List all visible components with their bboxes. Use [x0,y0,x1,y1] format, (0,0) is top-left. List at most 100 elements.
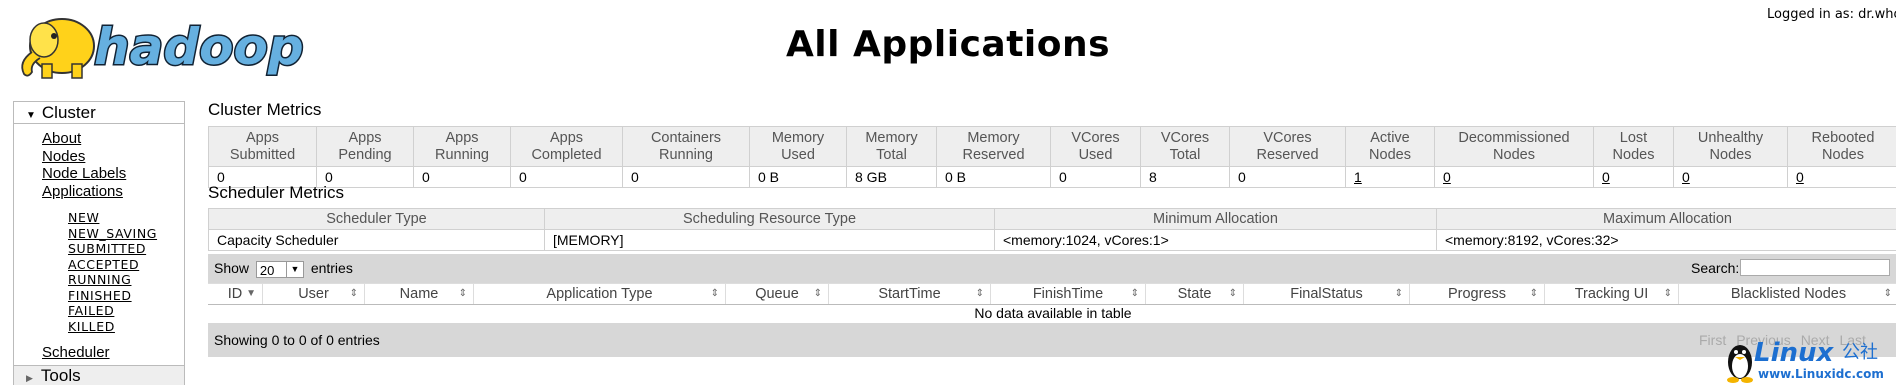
nav-link-scheduler[interactable]: Scheduler [42,344,184,362]
sort-icon: ⇕ [1395,284,1403,304]
column-queue[interactable]: Queue⇕ [726,284,829,304]
state-link-submitted[interactable]: SUBMITTED [68,241,184,257]
pager-first[interactable]: First [1699,332,1726,348]
sched-header-resource-type: Scheduling Resource Type [545,209,995,230]
penguin-icon [1727,345,1753,383]
watermark-brand-cn: 公社 [1842,342,1878,363]
linuxidc-watermark: Linux 公社 www.Linuxidc.com [1724,330,1896,383]
column-tracking-ui[interactable]: Tracking UI⇕ [1545,284,1679,304]
metric-value-14: 0 [1674,167,1788,188]
metric-header-3: AppsCompleted [511,127,623,167]
metric-value-13: 0 [1594,167,1674,188]
metric-value-8: 0 [1051,167,1141,188]
show-label: Show [214,260,249,276]
metric-header-6: MemoryTotal [847,127,937,167]
column-start-time[interactable]: StartTime⇕ [829,284,991,304]
column-blacklisted-nodes[interactable]: Blacklisted Nodes⇕ [1679,284,1896,304]
sort-icon: ⇕ [1229,284,1237,304]
sched-value-resource-type: [MEMORY] [545,230,995,251]
metric-header-9: VCoresTotal [1141,127,1230,167]
metric-value-11: 1 [1346,167,1435,188]
metric-link-15[interactable]: 0 [1796,169,1804,185]
metric-header-1: AppsPending [317,127,414,167]
sort-icon: ⇕ [350,284,358,304]
metric-value-9: 8 [1141,167,1230,188]
sort-icon: ⇕ [459,284,467,304]
state-link-running[interactable]: RUNNING [68,272,184,288]
metric-value-4: 0 [623,167,750,188]
sort-icon: ⇕ [976,284,984,304]
sort-icon: ⇕ [1664,284,1672,304]
column-user[interactable]: User⇕ [263,284,365,304]
sched-value-type: Capacity Scheduler [209,230,545,251]
sort-icon: ⇕ [1530,284,1538,304]
metric-link-12[interactable]: 0 [1443,169,1451,185]
watermark-url: www.Linuxidc.com [1758,367,1884,381]
state-link-failed[interactable]: FAILED [68,303,184,319]
nav-link-nodes[interactable]: Nodes [42,148,184,166]
state-link-new[interactable]: NEW [68,210,184,226]
cluster-metrics-title: Cluster Metrics [208,100,321,120]
column-name[interactable]: Name⇕ [365,284,474,304]
column-progress[interactable]: Progress⇕ [1410,284,1545,304]
column-final-status[interactable]: FinalStatus⇕ [1244,284,1410,304]
showing-info: Showing 0 to 0 of 0 entries [214,332,380,348]
caret-down-icon: ▼ [26,105,36,126]
metric-header-7: MemoryReserved [937,127,1051,167]
metric-value-10: 0 [1230,167,1346,188]
logged-in-user: Logged in as: dr.who [1767,7,1896,22]
state-link-new-saving[interactable]: NEW_SAVING [68,226,184,242]
column-id[interactable]: ID▼ [208,284,263,304]
metric-header-12: DecommissionedNodes [1435,127,1594,167]
entries-select[interactable]: 20▼ [256,261,304,278]
state-link-finished[interactable]: FINISHED [68,288,184,304]
app-state-links: NEW NEW_SAVING SUBMITTED ACCEPTED RUNNIN… [42,200,184,338]
metric-value-5: 0 B [750,167,847,188]
table-toolbar: Show 20▼ entries Search: [208,254,1896,283]
tools-header[interactable]: ▶Tools [13,365,185,385]
metric-link-14[interactable]: 0 [1682,169,1690,185]
state-link-killed[interactable]: KILLED [68,319,184,335]
scheduler-metrics-title: Scheduler Metrics [208,183,344,203]
cluster-header[interactable]: ▼Cluster [14,102,184,124]
metric-link-13[interactable]: 0 [1602,169,1610,185]
metric-header-5: MemoryUsed [750,127,847,167]
cluster-metrics-table: AppsSubmittedAppsPendingAppsRunningAppsC… [208,126,1896,188]
caret-right-icon: ▶ [26,373,33,383]
sched-header-min-allocation: Minimum Allocation [995,209,1437,230]
metric-header-15: RebootedNodes [1788,127,1896,167]
applications-table: Show 20▼ entries Search: ID▼ User⇕ Name⇕… [208,254,1896,359]
metric-link-11[interactable]: 1 [1354,169,1362,185]
sched-value-min-allocation: <memory:1024, vCores:1> [995,230,1437,251]
metric-header-10: VCoresReserved [1230,127,1346,167]
entries-label: entries [311,260,353,276]
metric-header-4: ContainersRunning [623,127,750,167]
metric-value-12: 0 [1435,167,1594,188]
metric-header-11: ActiveNodes [1346,127,1435,167]
cluster-section: ▼Cluster About Nodes Node Labels Applica… [13,101,185,367]
column-state[interactable]: State⇕ [1146,284,1244,304]
table-header-row: ID▼ User⇕ Name⇕ Application Type⇕ Queue⇕… [208,283,1896,305]
metric-value-6: 8 GB [847,167,937,188]
sched-header-max-allocation: Maximum Allocation [1437,209,1896,230]
search-input[interactable] [1740,259,1890,276]
sort-desc-icon: ▼ [246,284,256,304]
metric-value-15: 0 [1788,167,1896,188]
state-link-accepted[interactable]: ACCEPTED [68,257,184,273]
metric-header-13: LostNodes [1594,127,1674,167]
nav-link-node-labels[interactable]: Node Labels [42,165,184,183]
metric-header-8: VCoresUsed [1051,127,1141,167]
page-title: All Applications [0,24,1896,65]
column-application-type[interactable]: Application Type⇕ [474,284,726,304]
sort-icon: ⇕ [814,284,822,304]
nav-link-applications[interactable]: Applications [42,183,184,201]
sort-icon: ⇕ [711,284,719,304]
column-finish-time[interactable]: FinishTime⇕ [991,284,1146,304]
sched-value-max-allocation: <memory:8192, vCores:32> [1437,230,1896,251]
sched-header-type: Scheduler Type [209,209,545,230]
page-length-control: Show 20▼ entries [214,260,353,278]
empty-table-message: No data available in table [208,304,1896,322]
table-footer: Showing 0 to 0 of 0 entries FirstPreviou… [208,323,1896,357]
sidebar: ▼Cluster About Nodes Node Labels Applica… [13,101,185,367]
nav-link-about[interactable]: About [42,130,184,148]
